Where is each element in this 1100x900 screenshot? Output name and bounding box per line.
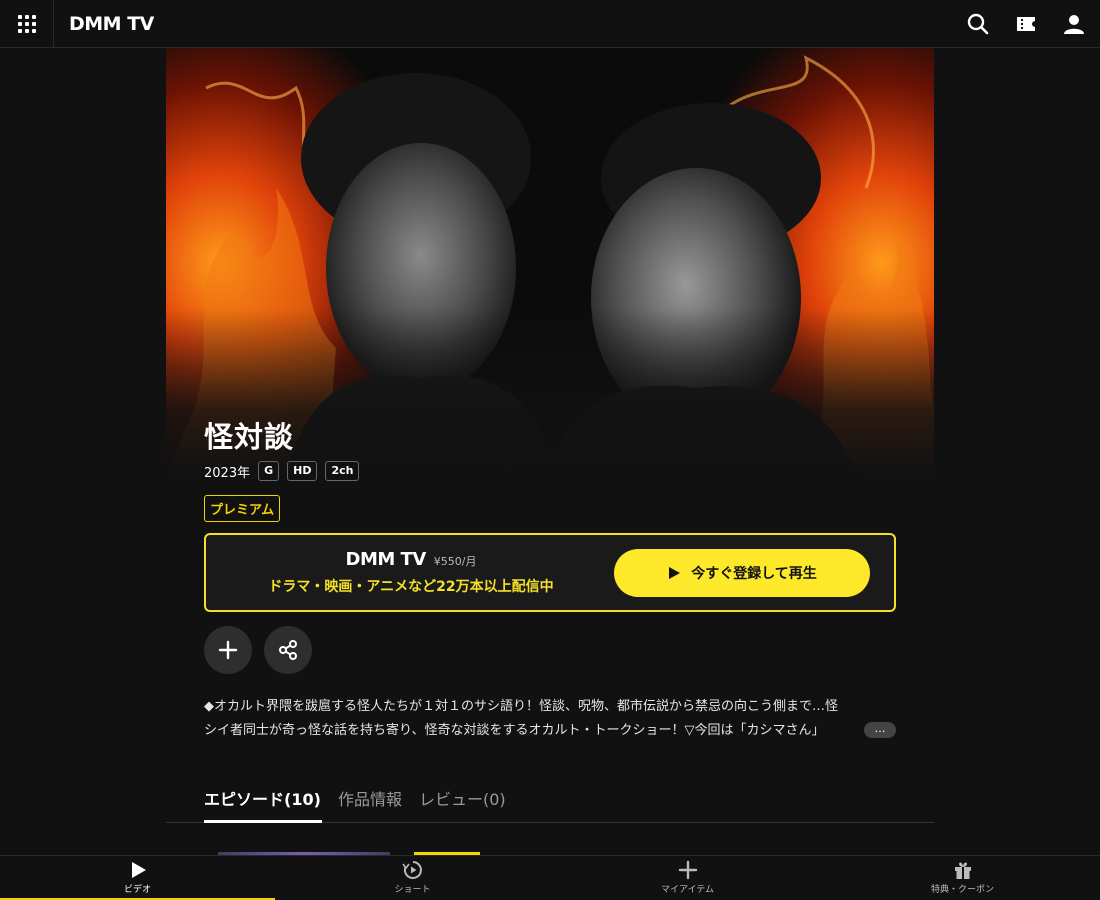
- register-and-play-button[interactable]: 今すぐ登録して再生: [614, 549, 870, 597]
- signup-description: ドラマ・映画・アニメなど22万本以上配信中: [268, 579, 554, 595]
- bottom-navigation: ビデオ ショート マイアイテム 特典・クーポン: [0, 855, 1100, 900]
- signup-banner: DMM TV ¥550/月 ドラマ・映画・アニメなど22万本以上配信中 今すぐ登…: [204, 533, 896, 612]
- menu-grid-button[interactable]: [0, 0, 54, 48]
- audio-badge: 2ch: [325, 461, 360, 481]
- nav-short-label: ショート: [394, 885, 431, 895]
- nav-short[interactable]: ショート: [275, 856, 550, 900]
- signup-price: ¥550/月: [433, 555, 477, 568]
- expand-synopsis-button[interactable]: …: [864, 722, 896, 738]
- dmm-tv-logo[interactable]: DMM TV: [69, 13, 154, 35]
- signup-logo: DMM TV: [345, 549, 427, 570]
- plus-icon: [678, 860, 697, 880]
- play-icon: [131, 862, 146, 878]
- nav-my-item[interactable]: マイアイテム: [550, 856, 825, 900]
- nav-video-label: ビデオ: [123, 885, 151, 895]
- top-bar: DMM TV: [0, 0, 1100, 48]
- tab-episodes[interactable]: エピソード(10): [204, 786, 321, 810]
- title-meta: 2023年 G HD 2ch: [204, 461, 360, 481]
- synopsis-line-1: ◆オカルト界隈を跋扈する怪人たちが１対１のサシ語り！怪談、呪物、都市伝説から禁忌…: [204, 699, 838, 714]
- play-icon: [669, 567, 681, 579]
- synopsis-line-2: シイ者同士が奇っ怪な話を持ち寄り、怪奇な対談をするオカルト・トークショー！▽今回…: [204, 723, 825, 738]
- share-button[interactable]: [264, 626, 312, 674]
- page-title: 怪対談: [204, 420, 295, 454]
- nav-perks-coupons[interactable]: 特典・クーポン: [825, 856, 1100, 900]
- user-icon[interactable]: [1060, 10, 1088, 38]
- share-icon: [279, 640, 297, 660]
- ticket-icon[interactable]: [1012, 10, 1040, 38]
- search-icon[interactable]: [964, 10, 992, 38]
- add-to-list-button[interactable]: [204, 626, 252, 674]
- rating-badge: G: [258, 461, 280, 481]
- register-button-label: 今すぐ登録して再生: [691, 566, 817, 582]
- content-tabs: エピソード(10) 作品情報 レビュー(0): [166, 778, 934, 823]
- signup-info: DMM TV ¥550/月 ドラマ・映画・アニメなど22万本以上配信中: [206, 535, 616, 610]
- quality-badge: HD: [287, 461, 318, 481]
- nav-my-item-label: マイアイテム: [660, 885, 715, 895]
- premium-badge: プレミアム: [204, 495, 281, 522]
- nav-perks-label: 特典・クーポン: [930, 885, 994, 895]
- synopsis: ◆オカルト界隈を跋扈する怪人たちが１対１のサシ語り！怪談、呪物、都市伝説から禁忌…: [204, 695, 896, 743]
- tab-reviews[interactable]: レビュー(0): [419, 786, 506, 810]
- tab-work-info[interactable]: 作品情報: [338, 786, 402, 810]
- active-tab-indicator: [204, 820, 322, 823]
- gift-icon: [954, 862, 971, 879]
- short-video-icon: [401, 861, 422, 879]
- grid-menu-icon: [17, 14, 36, 33]
- nav-video[interactable]: ビデオ: [0, 856, 275, 900]
- release-year: 2023年: [204, 465, 251, 481]
- plus-icon: [218, 640, 238, 660]
